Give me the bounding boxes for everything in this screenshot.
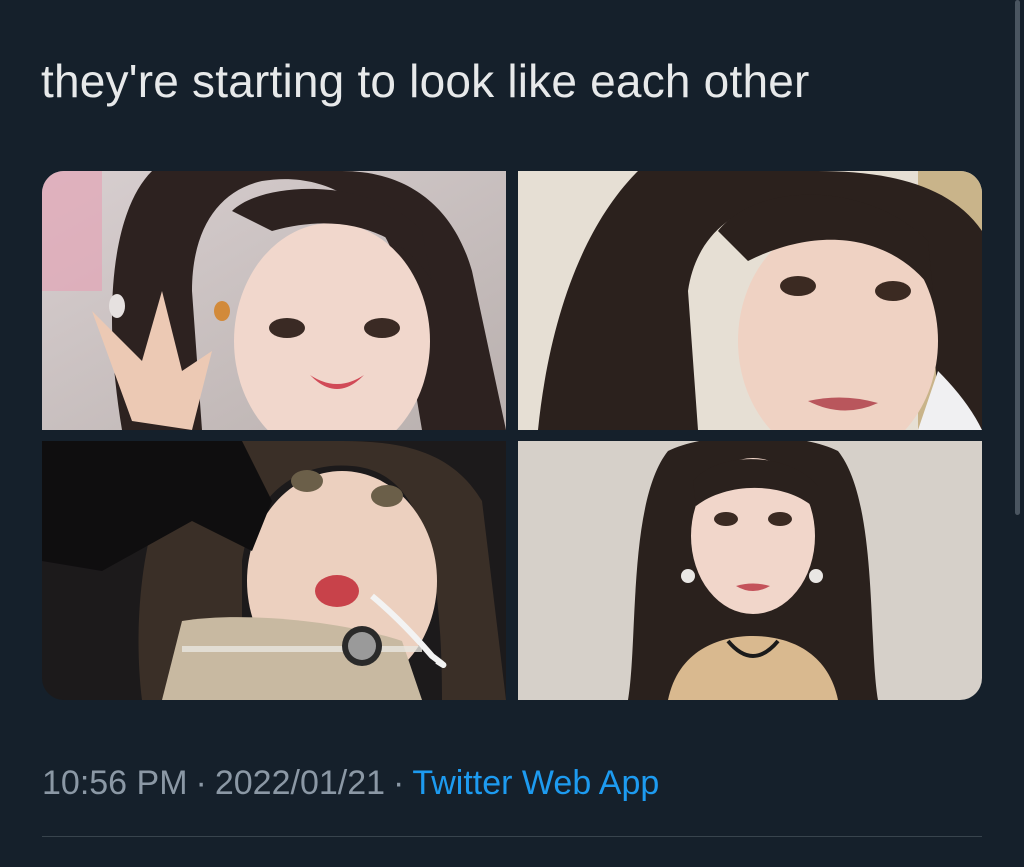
- photo-bottom-left[interactable]: [42, 441, 506, 700]
- tweet-text: they're starting to look like each other: [41, 55, 810, 107]
- divider: [42, 836, 982, 837]
- tweet-time[interactable]: 10:56 PM: [42, 764, 188, 802]
- meta-separator: ·: [195, 764, 207, 802]
- tweet-date[interactable]: 2022/01/21: [215, 764, 385, 802]
- photo-top-left[interactable]: [42, 171, 506, 430]
- scrollbar[interactable]: [1015, 0, 1020, 515]
- meta-separator: ·: [393, 764, 405, 802]
- photo-top-left-image: [42, 171, 506, 430]
- photo-bottom-right[interactable]: [518, 441, 982, 700]
- media-grid: [42, 171, 982, 700]
- tweet-detail: they're starting to look like each other: [0, 0, 1024, 867]
- tweet-metadata: 10:56 PM · 2022/01/21 · Twitter Web App: [42, 760, 659, 806]
- photo-bottom-right-image: [518, 441, 982, 700]
- photo-top-right[interactable]: [518, 171, 982, 430]
- tweet-source-link[interactable]: Twitter Web App: [412, 764, 659, 802]
- photo-top-right-image: [518, 171, 982, 430]
- photo-bottom-left-image: [42, 441, 506, 700]
